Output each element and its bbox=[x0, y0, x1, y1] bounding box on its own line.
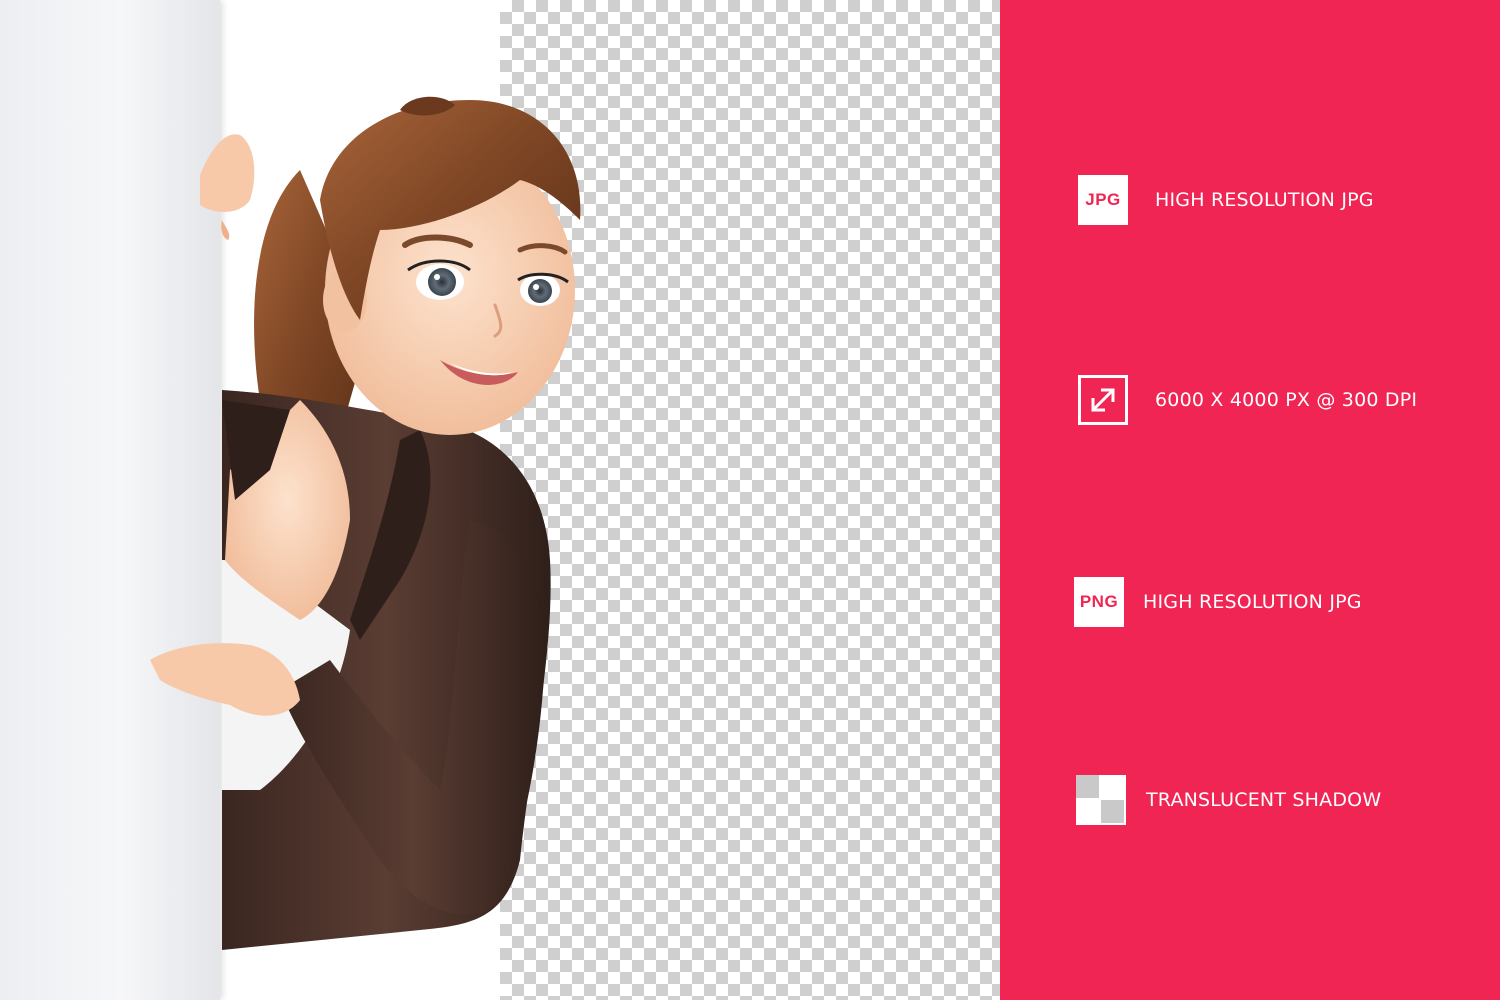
feature-label-jpg: HIGH RESOLUTION JPG bbox=[1155, 189, 1374, 211]
resize-arrows-icon bbox=[1078, 375, 1128, 425]
feature-row-jpg: JPG HIGH RESOLUTION JPG bbox=[1078, 175, 1374, 225]
png-badge-text: PNG bbox=[1079, 592, 1119, 611]
right-eye-glint bbox=[533, 284, 539, 290]
upper-hand bbox=[200, 134, 255, 212]
upper-fingertip bbox=[221, 220, 230, 240]
feature-row-png: PNG HIGH RESOLUTION JPG bbox=[1074, 577, 1362, 627]
feature-label-shadow: TRANSLUCENT SHADOW bbox=[1146, 789, 1382, 811]
right-iris bbox=[528, 279, 552, 303]
product-preview: JPG HIGH RESOLUTION JPG 6000 X 4000 PX @… bbox=[0, 0, 1500, 1000]
feature-row-resolution: 6000 X 4000 PX @ 300 DPI bbox=[1078, 375, 1417, 425]
checker-shadow-icon bbox=[1076, 775, 1126, 825]
png-badge-icon: PNG bbox=[1074, 577, 1124, 627]
jpg-badge-icon: JPG bbox=[1078, 175, 1128, 225]
feature-row-shadow: TRANSLUCENT SHADOW bbox=[1076, 775, 1381, 825]
cartoon-businesswoman-illustration bbox=[150, 96, 581, 950]
info-panel bbox=[1000, 0, 1500, 1000]
feature-label-resolution: 6000 X 4000 PX @ 300 DPI bbox=[1155, 389, 1418, 411]
feature-label-png: HIGH RESOLUTION JPG bbox=[1143, 591, 1362, 613]
left-eye-glint bbox=[434, 274, 440, 280]
jpg-badge-text: JPG bbox=[1085, 190, 1121, 209]
left-iris bbox=[428, 268, 456, 296]
